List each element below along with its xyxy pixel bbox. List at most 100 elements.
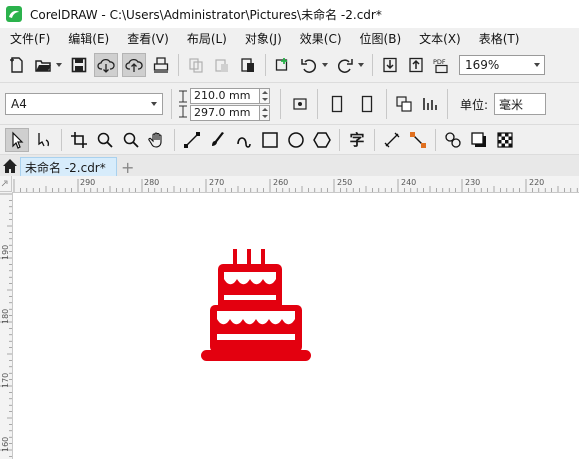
shape-tool-icon xyxy=(38,133,50,147)
ruler-label: 180 xyxy=(1,309,10,324)
menu-bar: 文件(F) 编辑(E) 查看(V) 布局(L) 对象(J) 效果(C) 位图(B… xyxy=(0,28,579,48)
pan-tool-button[interactable] xyxy=(146,129,168,151)
welcome-tab[interactable] xyxy=(0,155,20,177)
ruler-origin[interactable] xyxy=(0,176,12,192)
property-bar: A4 210.0 mm 297.0 mm 单位: 毫米 xyxy=(0,82,579,125)
landscape-button[interactable] xyxy=(354,91,380,117)
pan-tool-icon xyxy=(148,132,162,148)
cloud-download-icon xyxy=(97,58,115,73)
ruler-label: 280 xyxy=(144,178,159,187)
search-content-button[interactable] xyxy=(272,54,294,76)
tab-document[interactable]: 未命名 -2.cdr* xyxy=(20,157,117,177)
menu-view[interactable]: 查看(V) xyxy=(117,30,177,47)
menu-effects[interactable]: 效果(C) xyxy=(290,30,350,47)
page-width-input[interactable]: 210.0 mm xyxy=(190,87,260,104)
paste-button[interactable] xyxy=(211,54,233,76)
current-page-icon xyxy=(423,98,437,110)
paste-icon xyxy=(215,59,228,72)
save-button[interactable] xyxy=(68,54,90,76)
artistic-media-button[interactable] xyxy=(207,129,229,151)
shadow-tool-button[interactable] xyxy=(468,129,490,151)
menu-table[interactable]: 表格(T) xyxy=(469,30,528,47)
current-page-button[interactable] xyxy=(419,93,441,115)
zoom-tool-button[interactable] xyxy=(94,129,116,151)
units-select[interactable]: 毫米 xyxy=(494,93,547,115)
rectangle-tool-icon xyxy=(262,132,278,148)
clipboard-button[interactable] xyxy=(237,54,259,76)
menu-bitmaps[interactable]: 位图(B) xyxy=(350,30,410,47)
page-height-spinner[interactable] xyxy=(260,104,270,121)
ellipse-tool-button[interactable] xyxy=(285,129,307,151)
shadow-tool-icon xyxy=(471,132,486,147)
export-button[interactable] xyxy=(405,54,427,76)
text-tool-button[interactable]: 字 xyxy=(346,129,368,151)
pick-tool-button[interactable] xyxy=(5,128,29,152)
birthday-cake-icon[interactable] xyxy=(197,247,317,372)
ruler-label: 160 xyxy=(1,437,10,452)
shape-tool-button[interactable] xyxy=(33,129,55,151)
all-pages-icon xyxy=(396,96,412,112)
open-dropdown-caret[interactable] xyxy=(56,63,62,67)
toolbox: 字 xyxy=(0,124,579,155)
undo-icon xyxy=(301,59,317,73)
bezier-tool-button[interactable] xyxy=(233,129,255,151)
page-height-input[interactable]: 297.0 mm xyxy=(190,104,260,121)
menu-layout[interactable]: 布局(L) xyxy=(177,30,235,47)
drawing-canvas[interactable] xyxy=(13,193,579,459)
window-title: CorelDRAW - C:\Users\Administrator\Pictu… xyxy=(30,7,382,22)
dimension-tool-button[interactable] xyxy=(381,129,403,151)
text-tool-icon: 字 xyxy=(349,131,365,149)
vertical-ruler[interactable]: 190 180 170 160 xyxy=(0,192,13,459)
page-size-select[interactable]: A4 xyxy=(5,93,163,115)
page-dimension-icon xyxy=(179,90,187,118)
zoom-out-button[interactable] xyxy=(120,129,142,151)
crop-tool-button[interactable] xyxy=(68,129,90,151)
redo-dropdown-caret[interactable] xyxy=(358,63,364,67)
transparency-tool-button[interactable] xyxy=(494,129,516,151)
redo-button[interactable] xyxy=(334,54,356,76)
copy-icon xyxy=(189,58,203,73)
new-document-icon xyxy=(10,57,23,73)
page-orientation-button[interactable] xyxy=(289,93,311,115)
zoom-level-select[interactable]: 169% xyxy=(459,55,545,75)
ruler-label: 250 xyxy=(337,178,352,187)
copy-button[interactable] xyxy=(185,54,207,76)
new-tab-button[interactable]: + xyxy=(119,157,137,177)
undo-dropdown-caret[interactable] xyxy=(322,63,328,67)
page-width-spinner[interactable] xyxy=(260,87,270,104)
rectangle-tool-button[interactable] xyxy=(259,129,281,151)
cloud-upload-button[interactable] xyxy=(122,53,146,77)
menu-object[interactable]: 对象(J) xyxy=(235,30,290,47)
export-pdf-button[interactable]: PDF xyxy=(431,54,453,76)
open-button[interactable] xyxy=(32,54,54,76)
freehand-tool-button[interactable] xyxy=(181,129,203,151)
connector-tool-button[interactable] xyxy=(407,129,429,151)
units-label: 单位: xyxy=(460,97,489,112)
portrait-button[interactable] xyxy=(324,91,350,117)
connector-tool-icon xyxy=(410,132,426,148)
all-pages-button[interactable] xyxy=(393,93,415,115)
bezier-tool-icon xyxy=(237,137,251,148)
undo-button[interactable] xyxy=(298,54,320,76)
save-icon xyxy=(71,57,87,73)
blend-tool-button[interactable] xyxy=(442,129,464,151)
import-button[interactable] xyxy=(379,54,401,76)
freehand-tool-icon xyxy=(184,132,200,148)
ruler-label: 190 xyxy=(1,245,10,260)
print-button[interactable] xyxy=(150,54,172,76)
cloud-upload-icon xyxy=(125,58,143,72)
export-icon xyxy=(409,57,423,73)
cloud-download-button[interactable] xyxy=(94,53,118,77)
horizontal-ruler[interactable]: 290 280 270 260 250 240 230 220 xyxy=(12,176,579,193)
dimension-tool-icon xyxy=(384,132,400,148)
ruler-label: 220 xyxy=(529,178,544,187)
ruler-label: 260 xyxy=(273,178,288,187)
chevron-down-icon xyxy=(151,102,157,106)
menu-edit[interactable]: 编辑(E) xyxy=(58,30,117,47)
menu-text[interactable]: 文本(X) xyxy=(409,30,469,47)
polygon-tool-button[interactable] xyxy=(311,129,333,151)
chevron-down-icon xyxy=(534,63,540,67)
ellipse-tool-icon xyxy=(288,132,304,148)
menu-file[interactable]: 文件(F) xyxy=(0,30,58,47)
new-document-button[interactable] xyxy=(6,54,28,76)
